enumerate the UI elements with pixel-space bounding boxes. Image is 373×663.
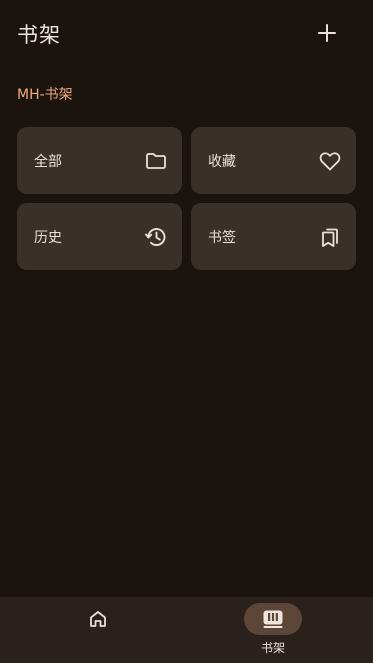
top-app-bar: 书架: [0, 0, 373, 66]
tile-history-label: 历史: [34, 229, 62, 246]
tile-bookmarks[interactable]: 书签: [191, 203, 356, 270]
folder-icon: [144, 149, 168, 173]
tile-all[interactable]: 全部: [17, 127, 182, 194]
nav-item-bookshelf[interactable]: 书架: [187, 597, 373, 663]
tile-history[interactable]: 历史: [17, 203, 182, 270]
add-button[interactable]: [310, 16, 344, 50]
tile-favorites[interactable]: 收藏: [191, 127, 356, 194]
bookshelf-icon: [263, 610, 283, 628]
bottom-navigation: 书架: [0, 597, 373, 663]
tile-all-label: 全部: [34, 153, 62, 170]
bookmarks-icon: [318, 225, 342, 249]
tile-favorites-label: 收藏: [208, 153, 236, 170]
shelf-grid: 全部 收藏 历史 书签: [17, 127, 356, 270]
nav-active-indicator: [244, 603, 302, 635]
home-icon: [69, 603, 127, 635]
plus-icon: [318, 24, 336, 42]
page-title: 书架: [17, 23, 61, 47]
section-title: MH-书架: [17, 87, 73, 103]
history-icon: [144, 225, 168, 249]
nav-item-home[interactable]: [0, 597, 186, 663]
tile-bookmarks-label: 书签: [208, 229, 236, 246]
nav-bookshelf-label: 书架: [260, 641, 285, 655]
heart-icon: [318, 149, 342, 173]
